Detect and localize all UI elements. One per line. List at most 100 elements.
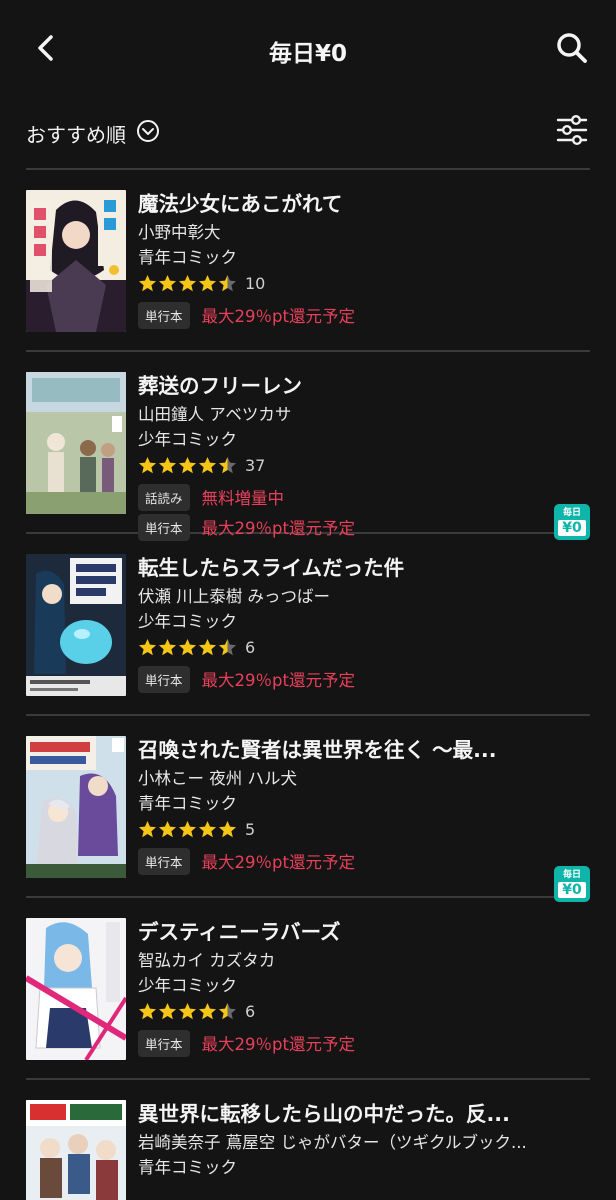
cover-image (26, 372, 126, 514)
item-title: 魔法少女にあこがれて (138, 192, 343, 216)
cover-image (26, 554, 126, 696)
sliders-icon (556, 114, 588, 150)
format-tag: 単行本 (138, 665, 190, 693)
star-rating (138, 638, 237, 657)
star-rating (138, 1002, 237, 1021)
item-author: 岩崎美奈子 蔦屋空 じゃがバター（ツギクルブック... (138, 1133, 527, 1152)
rating: 5 (138, 816, 530, 842)
item-title: 転生したらスライムだった件 (138, 556, 405, 580)
search-button[interactable] (552, 30, 592, 70)
star-icon (138, 456, 157, 473)
list-item[interactable]: 魔法少女にあこがれて 小野中彰大 青年コミック 10 単行本 最大29％pt還元… (26, 170, 590, 350)
rating-count: 6 (245, 637, 256, 657)
item-title: デスティニーラバーズ (138, 920, 341, 944)
promo-text: 最大29％pt還元予定 (201, 671, 355, 690)
rating: 10 (138, 270, 530, 296)
star-icon (178, 638, 197, 655)
page-title: 毎日¥0 (268, 41, 347, 67)
rating-count: 10 (245, 273, 266, 293)
list-item[interactable]: 葬送のフリーレン 山田鐘人 アベツカサ 少年コミック 37 話読み 無料増量中 … (26, 352, 590, 541)
item-info: 魔法少女にあこがれて 小野中彰大 青年コミック 10 単行本 最大29％pt還元… (138, 188, 530, 330)
star-icon (138, 820, 157, 837)
item-genre: 青年コミック (138, 794, 237, 813)
cover-image (26, 1100, 126, 1200)
item-genre: 少年コミック (138, 430, 237, 449)
item-author: 伏瀬 川上泰樹 みっつばー (138, 587, 330, 606)
item-genre: 少年コミック (138, 612, 237, 631)
sort-bar: おすすめ順 (0, 104, 616, 164)
rating-count: 37 (245, 455, 266, 475)
star-icon (158, 820, 177, 837)
star-icon (158, 638, 177, 655)
format-tag: 話読み (138, 483, 190, 511)
sort-label: おすすめ順 (26, 122, 126, 147)
star-icon (178, 456, 197, 473)
rating-count: 5 (245, 819, 256, 839)
cover-image (26, 190, 126, 332)
item-info: 召喚された賢者は異世界を往く ～最... 小林こー 夜州 ハル犬 青年コミック … (138, 734, 530, 876)
star-icon (198, 274, 217, 291)
badge-price: ¥0 (558, 881, 586, 898)
star-rating (138, 274, 237, 293)
rating: 37 (138, 452, 530, 478)
badge-label: 毎日 (562, 869, 581, 880)
star-icon (218, 820, 237, 837)
star-icon (178, 274, 197, 291)
star-icon (198, 1002, 217, 1019)
rating-count: 6 (245, 1001, 256, 1021)
tag-row: 単行本 最大29％pt還元予定 (138, 300, 530, 330)
item-author: 小野中彰大 (138, 223, 221, 242)
daily-free-badge[interactable]: 毎日 ¥0 (554, 866, 590, 902)
tag-row: 単行本 最大29％pt還元予定 (138, 1028, 530, 1058)
star-icon (198, 638, 217, 655)
filter-button[interactable] (554, 114, 590, 150)
star-icon (198, 820, 217, 837)
item-title: 異世界に転移したら山の中だった。反... (138, 1102, 510, 1126)
item-info: 葬送のフリーレン 山田鐘人 アベツカサ 少年コミック 37 話読み 無料増量中 … (138, 370, 530, 542)
cover-image (26, 918, 126, 1060)
cover-image (26, 736, 126, 878)
promo-text: 無料増量中 (201, 489, 285, 508)
list-item[interactable]: 転生したらスライムだった件 伏瀬 川上泰樹 みっつばー 少年コミック 6 単行本… (26, 534, 590, 714)
promo-text: 最大29％pt還元予定 (201, 853, 355, 872)
item-info: 転生したらスライムだった件 伏瀬 川上泰樹 みっつばー 少年コミック 6 単行本… (138, 552, 530, 694)
top-bar: 毎日¥0 (0, 0, 616, 100)
star-icon (158, 1002, 177, 1019)
search-icon (555, 31, 589, 69)
star-icon (218, 638, 237, 655)
sort-select[interactable]: おすすめ順 (26, 116, 160, 150)
item-author: 山田鐘人 アベツカサ (138, 405, 292, 424)
item-title: 葬送のフリーレン (138, 374, 302, 398)
comic-list: 魔法少女にあこがれて 小野中彰大 青年コミック 10 単行本 最大29％pt還元… (0, 168, 616, 1200)
star-icon (218, 274, 237, 291)
star-icon (138, 1002, 157, 1019)
list-item[interactable]: 異世界に転移したら山の中だった。反... 岩崎美奈子 蔦屋空 じゃがバター（ツギ… (26, 1080, 590, 1200)
star-icon (218, 1002, 237, 1019)
item-info: デスティニーラバーズ 智弘カイ カズタカ 少年コミック 6 単行本 最大29％p… (138, 916, 530, 1058)
chevron-down-circle-icon (136, 119, 160, 147)
star-icon (138, 638, 157, 655)
tag-row: 話読み 無料増量中 (138, 482, 530, 512)
star-icon (158, 456, 177, 473)
tag-row: 単行本 最大29％pt還元予定 (138, 846, 530, 876)
format-tag: 単行本 (138, 301, 190, 329)
star-icon (198, 456, 217, 473)
star-rating (138, 820, 237, 839)
list-item[interactable]: 召喚された賢者は異世界を往く ～最... 小林こー 夜州 ハル犬 青年コミック … (26, 716, 590, 902)
rating: 6 (138, 998, 530, 1024)
item-genre: 少年コミック (138, 976, 237, 995)
tag-row: 単行本 最大29％pt還元予定 (138, 664, 530, 694)
item-author: 智弘カイ カズタカ (138, 951, 276, 970)
item-genre: 青年コミック (138, 248, 237, 267)
item-info: 異世界に転移したら山の中だった。反... 岩崎美奈子 蔦屋空 じゃがバター（ツギ… (138, 1098, 530, 1180)
badge-label: 毎日 (562, 507, 581, 518)
star-rating (138, 456, 237, 475)
promo-text: 最大29％pt還元予定 (201, 307, 355, 326)
star-icon (178, 1002, 197, 1019)
item-author: 小林こー 夜州 ハル犬 (138, 769, 297, 788)
list-item[interactable]: デスティニーラバーズ 智弘カイ カズタカ 少年コミック 6 単行本 最大29％p… (26, 898, 590, 1078)
item-title: 召喚された賢者は異世界を往く ～最... (138, 738, 497, 762)
format-tag: 単行本 (138, 847, 190, 875)
star-icon (138, 274, 157, 291)
star-icon (178, 820, 197, 837)
